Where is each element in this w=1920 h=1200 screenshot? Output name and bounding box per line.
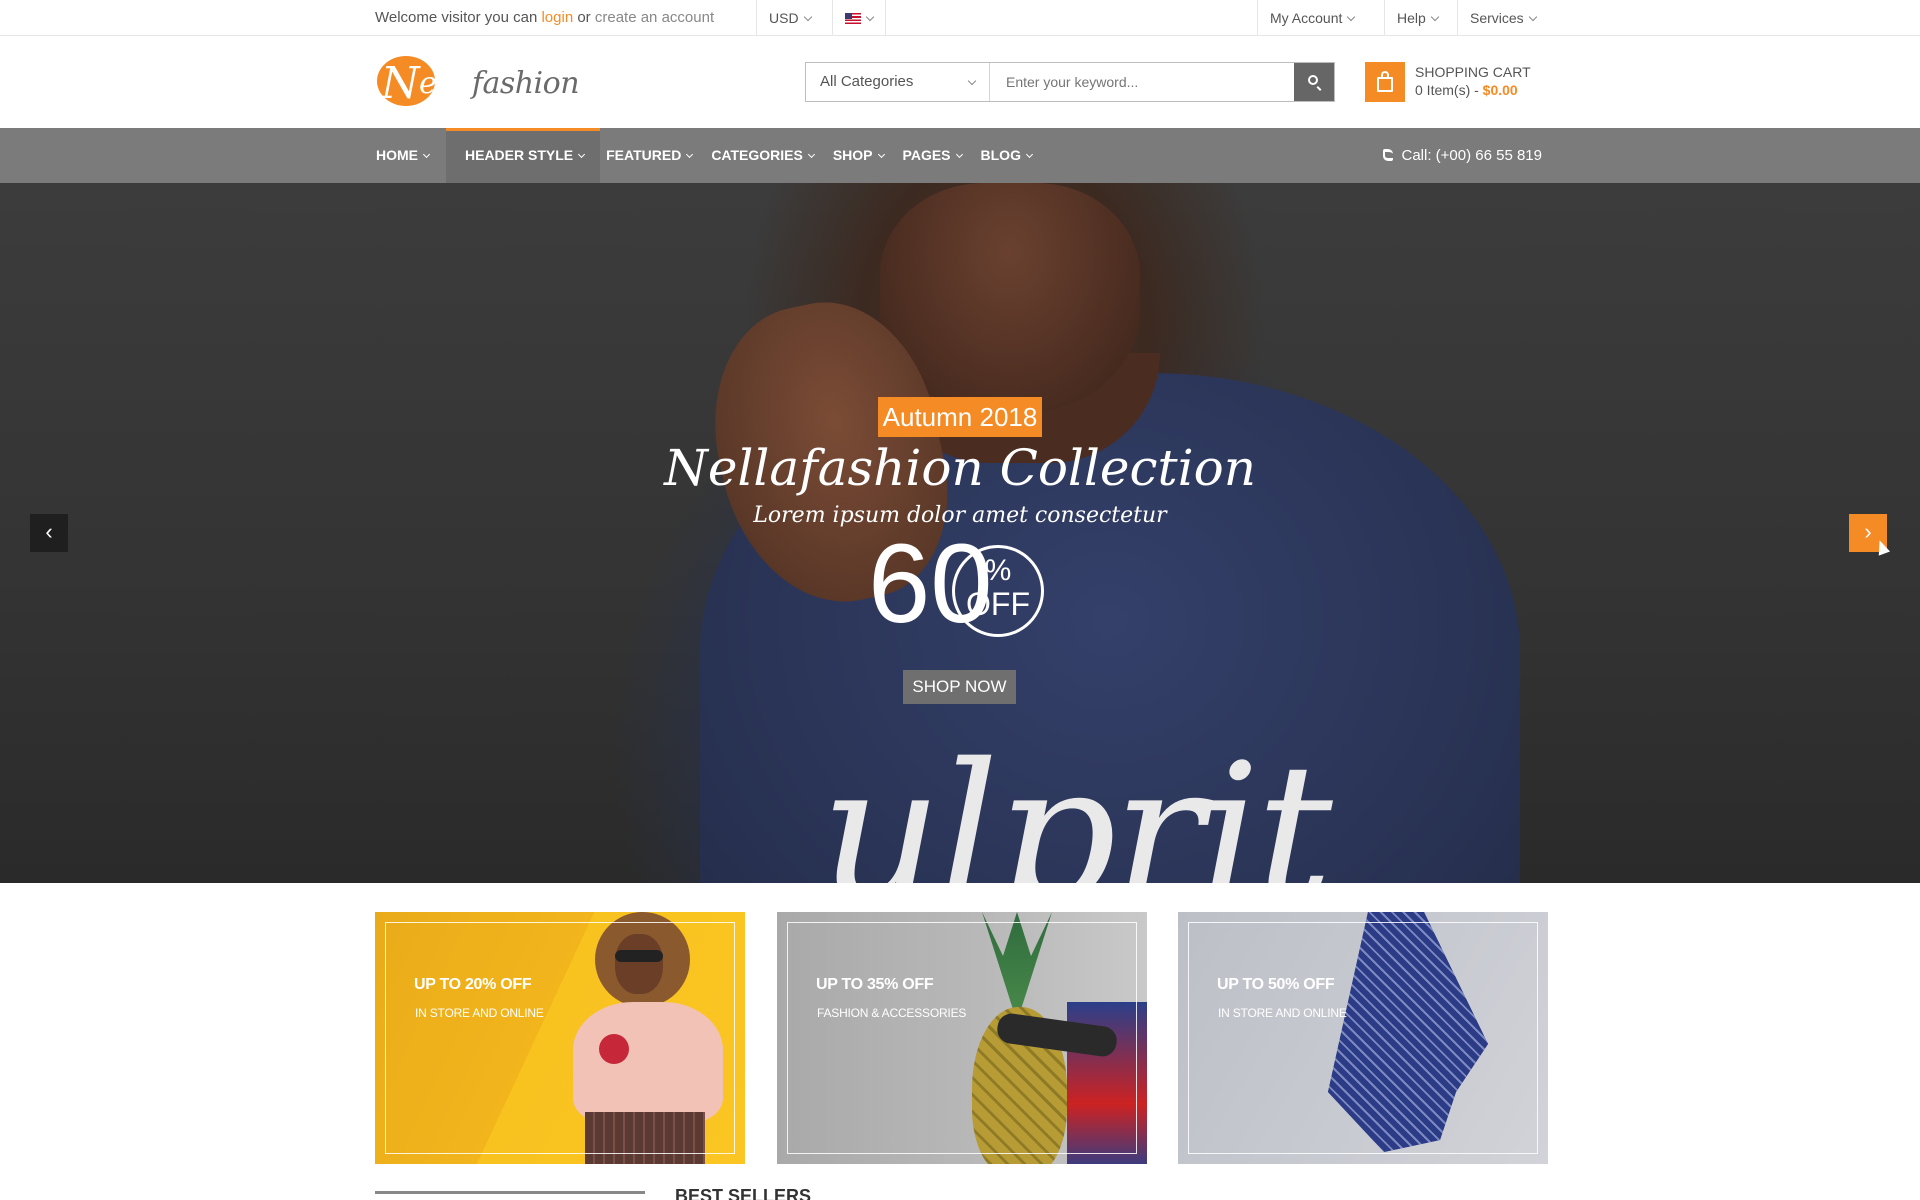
best-sellers-heading: BEST SELLERS — [675, 1186, 812, 1200]
chevron-down-icon — [686, 150, 694, 159]
logo-text: ellafashion — [419, 66, 580, 101]
nav-item-home[interactable]: HOME — [374, 128, 439, 183]
logo-initial: N — [381, 58, 420, 109]
cart-total: $0.00 — [1482, 82, 1518, 98]
banner-subtext: IN STORE AND ONLINE — [415, 1006, 544, 1020]
mouse-cursor-icon — [1873, 538, 1891, 556]
welcome-message: Welcome visitor you can login or create … — [375, 0, 714, 36]
cart-items: 0 Item(s) - — [1415, 82, 1479, 98]
search-bar: All Categories — [805, 62, 1335, 102]
nav-item-pages[interactable]: PAGES — [901, 128, 972, 183]
shopping-cart[interactable]: SHOPPING CART 0 Item(s) - $0.00 — [1365, 62, 1540, 104]
chevron-down-icon — [955, 150, 963, 159]
phone-icon — [1383, 149, 1394, 161]
search-icon — [1308, 75, 1318, 85]
promo-banner-2[interactable]: UP TO 35% OFF FASHION & ACCESSORIES — [777, 912, 1147, 1164]
chevron-right-icon: › — [1864, 519, 1872, 544]
currency-selector[interactable]: USD — [756, 0, 823, 36]
site-header: N ellafashion All Categories SHOPPING CA… — [0, 36, 1920, 128]
help-menu[interactable]: Help — [1384, 0, 1450, 36]
login-link[interactable]: login — [541, 9, 573, 26]
call-info: Call: (+00) 66 55 819 — [1383, 128, 1542, 183]
chevron-down-icon — [1347, 12, 1356, 22]
nav-item-blog[interactable]: BLOG — [979, 128, 1042, 183]
cart-title: SHOPPING CART — [1415, 64, 1531, 80]
chevron-down-icon — [807, 150, 815, 159]
off-label: OFF — [966, 586, 1030, 622]
section-divider — [375, 1191, 645, 1194]
chevron-down-icon — [803, 12, 812, 22]
chevron-down-icon — [422, 150, 431, 159]
help-label: Help — [1397, 10, 1426, 26]
top-bar: Welcome visitor you can login or create … — [0, 0, 1920, 36]
slider-prev-button[interactable]: ‹ — [30, 514, 68, 552]
shopping-bag-icon — [1365, 62, 1405, 102]
search-button[interactable] — [1294, 63, 1334, 101]
banner-frame — [385, 922, 735, 1154]
banner-subtext: FASHION & ACCESSORIES — [817, 1006, 967, 1020]
nav-item-shop[interactable]: SHOP — [831, 128, 894, 183]
create-account-link[interactable]: create an account — [595, 9, 714, 26]
promo-banners: UP TO 20% OFF IN STORE AND ONLINE UP TO … — [375, 912, 1548, 1164]
site-logo[interactable]: N ellafashion — [375, 54, 580, 116]
hero-tag: Autumn 2018 — [878, 397, 1042, 437]
nav-items: HOME HEADER STYLE FEATURED CATEGORIES SH… — [374, 128, 1049, 183]
cart-summary: 0 Item(s) - $0.00 — [1415, 82, 1518, 98]
search-input[interactable] — [990, 63, 1294, 101]
banner-headline: UP TO 50% OFF — [1217, 976, 1335, 993]
chevron-down-icon — [865, 12, 875, 22]
nav-item-header-style[interactable]: HEADER STYLE — [446, 128, 601, 183]
or-text: or — [577, 9, 591, 26]
percent-sign: % — [984, 554, 1012, 587]
chevron-down-icon — [1025, 150, 1034, 159]
chevron-down-icon — [967, 76, 977, 86]
chevron-down-icon — [1430, 12, 1440, 22]
call-number: Call: (+00) 66 55 819 — [1401, 147, 1542, 164]
main-nav: HOME HEADER STYLE FEATURED CATEGORIES SH… — [0, 128, 1920, 183]
banner-frame — [787, 922, 1137, 1154]
us-flag-icon — [845, 13, 861, 24]
hero-slider: ulprit Autumn 2018 Nellafashion Collecti… — [0, 183, 1920, 883]
promo-banner-3[interactable]: UP TO 50% OFF IN STORE AND ONLINE — [1178, 912, 1548, 1164]
banner-frame — [1188, 922, 1538, 1154]
welcome-text: Welcome visitor you can — [375, 9, 538, 26]
shop-now-button[interactable]: SHOP NOW — [903, 670, 1016, 704]
banner-subtext: IN STORE AND ONLINE — [1218, 1006, 1347, 1020]
banner-headline: UP TO 35% OFF — [816, 976, 934, 993]
currency-label: USD — [769, 10, 799, 26]
chevron-down-icon — [877, 150, 885, 159]
my-account-label: My Account — [1270, 10, 1343, 26]
services-label: Services — [1470, 10, 1524, 26]
category-value: All Categories — [820, 73, 914, 90]
hero-title: Nellafashion Collection — [664, 439, 1256, 497]
chevron-down-icon — [578, 150, 586, 159]
chevron-down-icon — [1528, 12, 1537, 22]
category-select[interactable]: All Categories — [806, 63, 990, 101]
hero-shirt-print: ulprit — [820, 723, 1333, 883]
promo-banner-1[interactable]: UP TO 20% OFF IN STORE AND ONLINE — [375, 912, 745, 1164]
language-selector[interactable] — [832, 0, 886, 36]
services-menu[interactable]: Services — [1457, 0, 1548, 36]
nav-item-categories[interactable]: CATEGORIES — [709, 128, 824, 183]
chevron-left-icon: ‹ — [45, 519, 53, 544]
hero-percent-badge: % OFF — [952, 545, 1044, 637]
nav-item-featured[interactable]: FEATURED — [604, 128, 702, 183]
my-account-menu[interactable]: My Account — [1257, 0, 1366, 36]
banner-headline: UP TO 20% OFF — [414, 976, 532, 993]
